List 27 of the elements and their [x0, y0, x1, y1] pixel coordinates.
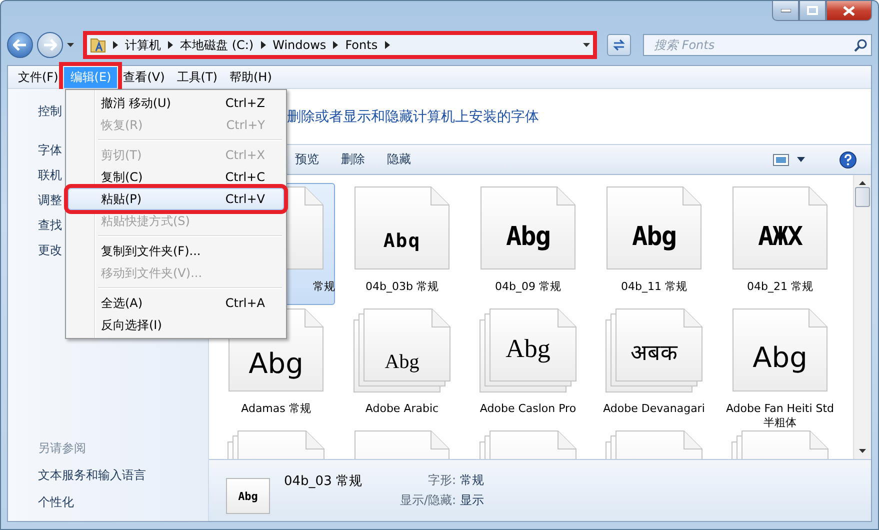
- section-heading: 另请参阅: [38, 440, 87, 457]
- font-thumbnail: Abg: [226, 478, 270, 514]
- font-preview-text: Abg: [248, 347, 304, 380]
- font-preview-text: Abg: [506, 222, 550, 252]
- font-name: 04b_21 常规: [746, 280, 814, 294]
- font-name: Adobe Arabic: [364, 402, 440, 416]
- property-label: 字形:: [427, 472, 456, 489]
- font-name: Adobe Fan Heiti Std 半粗体: [724, 402, 836, 430]
- font-preview-text: Abg: [752, 341, 808, 374]
- font-name: Adobe Devanagari: [602, 402, 706, 416]
- font-name: Adobe Caslon Pro: [478, 402, 578, 416]
- property-value: 常规: [460, 472, 484, 489]
- font-preview-text: Abg: [384, 351, 420, 374]
- font-preview-text: Abg: [632, 222, 676, 252]
- font-title: 04b_03 常规: [284, 473, 363, 490]
- font-preview-text: AЖX: [758, 222, 802, 252]
- font-preview-text: Abq: [383, 230, 421, 252]
- property-label: 显示/隐藏:: [400, 492, 456, 509]
- page-heading: 删除或者显示和隐藏计算机上安装的字体: [287, 108, 539, 126]
- font-name: 04b_09 常规: [494, 280, 562, 294]
- font-name: Adamas 常规: [240, 402, 312, 416]
- font-name: 04b_11 常规: [620, 280, 688, 294]
- property-value: 显示: [460, 492, 484, 509]
- font-name: 04b_03b 常规: [364, 280, 440, 294]
- font-preview-text: अबक: [630, 340, 678, 366]
- font-name: 常规: [312, 280, 335, 294]
- font-preview-text: Abg: [506, 334, 550, 364]
